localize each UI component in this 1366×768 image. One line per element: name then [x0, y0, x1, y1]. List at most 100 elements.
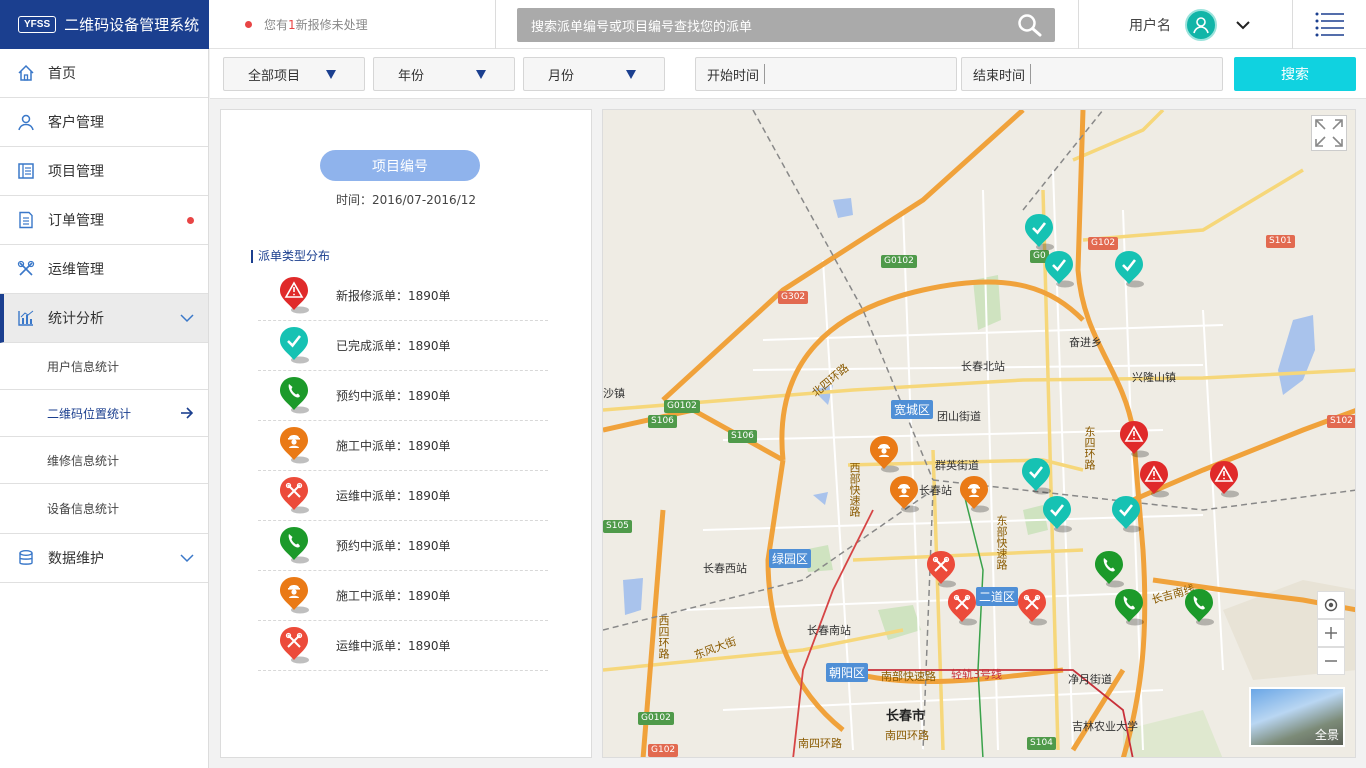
search-input[interactable]: 搜索派单编号或项目编号查找您的派单 [517, 8, 1055, 42]
road-label: 西部快速路 [848, 462, 861, 517]
year-select[interactable]: 年份 [373, 57, 515, 91]
road-label: 东部快速路 [995, 515, 1008, 570]
chevron-down-icon[interactable] [1235, 20, 1251, 30]
map-label: 长春西站 [703, 562, 747, 575]
done-pin-icon[interactable] [1041, 495, 1075, 535]
sidebar-item-data-maintenance[interactable]: 数据维护 [0, 534, 208, 583]
district-label: 绿园区 [769, 549, 812, 568]
done-pin-icon[interactable] [1043, 250, 1077, 290]
sidebar: 首页 客户管理 项目管理 订单管理 运维管理 统计分析 用户信息统计 二维码位置… [0, 49, 209, 768]
done-pin-icon [278, 326, 318, 366]
map-base [603, 110, 1355, 757]
worker-pin-icon[interactable] [888, 475, 922, 515]
sidebar-item-statistics[interactable]: 统计分析 [0, 294, 208, 343]
home-icon [16, 63, 36, 83]
done-pin-icon[interactable] [1110, 495, 1144, 535]
zoom-out-button[interactable] [1317, 647, 1345, 675]
legend-list: 新报修派单：1890单 已完成派单：1890单 预约中派单：1890单 施工中派单：1… [258, 271, 548, 671]
sidebar-item-label: 统计分析 [48, 311, 104, 327]
username: 用户名 [1129, 17, 1171, 34]
alert-pin-icon[interactable] [1208, 460, 1242, 500]
tools-pin-icon[interactable] [946, 588, 980, 628]
map-label: 长春市 [886, 709, 926, 724]
phone-pin-icon[interactable] [1093, 550, 1127, 590]
map-label: 长春站 [919, 484, 952, 497]
top-bar: 您有 1 新报修未处理 搜索派单编号或项目编号查找您的派单 用户名 [209, 0, 1366, 49]
done-pin-icon[interactable] [1020, 457, 1054, 497]
notice[interactable]: 您有 1 新报修未处理 [245, 0, 368, 49]
app-title: 二维码设备管理系统 [64, 16, 200, 34]
legend-row: 运维中派单：1890单 [258, 621, 548, 671]
legend-row: 施工中派单：1890单 [258, 421, 548, 471]
search-icon[interactable] [1017, 13, 1043, 37]
app-logo[interactable]: YFSS 二维码设备管理系统 [0, 0, 209, 49]
minus-icon [1325, 660, 1337, 662]
road-label: 南部快速路 [881, 670, 936, 683]
avatar[interactable] [1185, 8, 1217, 41]
sidebar-subitem-device-stats[interactable]: 设备信息统计 [0, 484, 208, 534]
sidebar-subitem-user-stats[interactable]: 用户信息统计 [0, 343, 208, 390]
phone-pin-icon[interactable] [1113, 588, 1147, 628]
end-date-field[interactable]: 结束时间 [961, 57, 1223, 91]
road-shield: S102 [1327, 415, 1355, 428]
road-shield: S104 [1027, 737, 1056, 750]
map-label: 奋进乡 [1069, 336, 1102, 349]
legend-row: 运维中派单：1890单 [258, 471, 548, 521]
user-icon [16, 112, 36, 132]
notification-dot [187, 216, 194, 224]
road-label: 西四环路 [657, 615, 670, 659]
sidebar-item-maintenance[interactable]: 运维管理 [0, 245, 208, 294]
legend-row: 新报修派单：1890单 [258, 271, 548, 321]
road-shield: S106 [728, 430, 757, 443]
sidebar-subitem-repair-stats[interactable]: 维修信息统计 [0, 437, 208, 484]
map-label: 群英街道 [935, 459, 979, 472]
worker-pin-icon[interactable] [958, 475, 992, 515]
road-shield: G0102 [638, 712, 674, 725]
subitem-label: 维修信息统计 [47, 453, 120, 468]
user-menu[interactable]: 用户名 [1129, 0, 1251, 49]
sidebar-subitem-qrcode-location[interactable]: 二维码位置统计 [0, 390, 208, 437]
sidebar-item-label: 首页 [48, 66, 76, 82]
search-button[interactable]: 搜索 [1234, 57, 1356, 91]
road-shield: G0102 [881, 255, 917, 268]
road-label: 南四环路 [798, 737, 842, 750]
sidebar-item-home[interactable]: 首页 [0, 49, 208, 98]
sidebar-item-label: 项目管理 [48, 164, 104, 180]
period-text: 时间：2016/07-2016/12 [335, 193, 477, 207]
done-pin-icon[interactable] [1113, 250, 1147, 290]
done-pin-icon[interactable] [1023, 213, 1057, 253]
tools-pin-icon[interactable] [1016, 588, 1050, 628]
hamburger-menu-icon[interactable] [1315, 11, 1345, 39]
road-shield: S106 [648, 415, 677, 428]
order-icon [16, 210, 36, 230]
fullscreen-button[interactable] [1311, 115, 1347, 151]
map-label: 吉林农业大学 [1072, 720, 1138, 733]
legend-label: 施工中派单：1890单 [336, 589, 451, 603]
phone-pin-icon[interactable] [1183, 588, 1217, 628]
arrow-right-icon [181, 407, 194, 419]
road-shield: G102 [1088, 237, 1119, 250]
stats-panel: 项目编号 时间：2016/07-2016/12 派单类型分布 新报修派单：189… [220, 109, 592, 758]
project-number-button[interactable]: 项目编号 [320, 150, 480, 181]
sidebar-item-customers[interactable]: 客户管理 [0, 98, 208, 147]
sidebar-item-projects[interactable]: 项目管理 [0, 147, 208, 196]
notice-count: 1 [288, 17, 296, 32]
locate-button[interactable] [1317, 591, 1345, 619]
sidebar-item-orders[interactable]: 订单管理 [0, 196, 208, 245]
tools-pin-icon[interactable] [925, 550, 959, 590]
worker-pin-icon[interactable] [868, 435, 902, 475]
zoom-in-button[interactable] [1317, 619, 1345, 647]
start-date-field[interactable]: 开始时间 [695, 57, 957, 91]
legend-label: 运维中派单：1890单 [336, 639, 451, 653]
divider [1078, 0, 1079, 49]
map-label: 团山街道 [937, 410, 981, 423]
panorama-thumbnail[interactable]: 全景 [1249, 687, 1345, 747]
alert-pin-icon[interactable] [1118, 420, 1152, 460]
legend-row: 预约中派单：1890单 [258, 371, 548, 421]
project-select[interactable]: 全部项目 [223, 57, 365, 91]
legend-label: 运维中派单：1890单 [336, 489, 451, 503]
map[interactable]: 长春北站 团山街道 群英街道 长春站 长春西站 长春南站 长春市 奋进乡 兴隆山… [602, 109, 1356, 758]
alert-pin-icon[interactable] [1138, 460, 1172, 500]
fullscreen-icon [1315, 119, 1343, 147]
month-select[interactable]: 月份 [523, 57, 665, 91]
